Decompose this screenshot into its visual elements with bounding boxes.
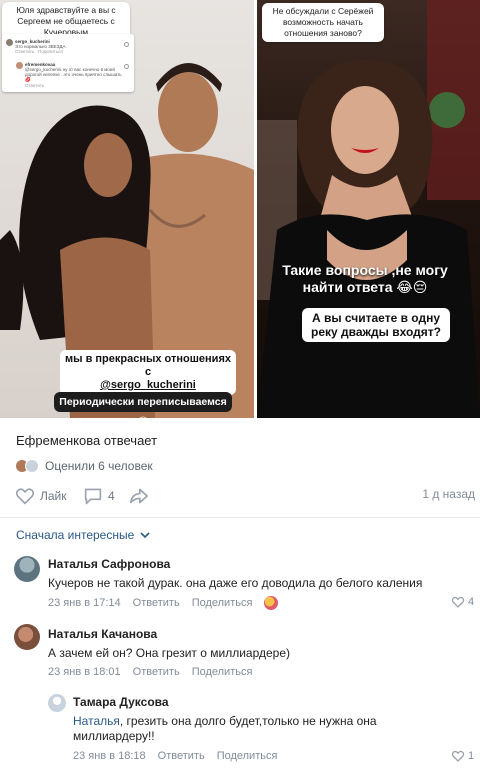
avatar (16, 62, 23, 69)
comment-author[interactable]: Наталья Сафронова (48, 557, 170, 571)
story-caption: мы в прекрасных отношениях с @sergo_kuch… (60, 350, 236, 395)
avatar[interactable] (14, 624, 40, 650)
heart-icon (124, 42, 129, 47)
story-image-left[interactable]: Юля здравствуйте а вы с Сергеем не общае… (0, 0, 254, 418)
comment-button[interactable]: 4 (83, 487, 115, 505)
reaction-icon[interactable] (264, 596, 279, 610)
avatar[interactable] (48, 694, 66, 712)
avatar (25, 459, 39, 473)
story-caption-box: А вы считаете в одну реку дважды входят? (302, 308, 450, 342)
post-author-line[interactable]: Ефременкова отвечает (16, 433, 157, 448)
avatar[interactable] (14, 556, 40, 582)
comment-like-button[interactable]: 4 (451, 596, 474, 608)
comment-like-button[interactable]: 1 (451, 750, 474, 762)
heart-icon (451, 750, 465, 762)
reply-mention[interactable]: Наталья (73, 714, 120, 728)
post-timestamp[interactable]: 1 д назад (422, 487, 475, 501)
comment-item: Наталья Сафронова Кучеров не такой дурак… (0, 552, 480, 616)
comments-count: 4 (108, 489, 115, 503)
share-link[interactable]: Поделиться (192, 597, 253, 609)
comment-text: Кучеров не такой дурак. она даже его дов… (48, 576, 423, 590)
story-question: Не обсуждали с Серёжей возможность начат… (262, 3, 384, 42)
post-actions: Лайк 4 1 д назад (15, 487, 475, 505)
reply-button[interactable]: Ответить (158, 750, 205, 762)
comment-date[interactable]: 23 янв в 18:18 (73, 750, 146, 762)
comment-like-count: 1 (468, 750, 475, 762)
share-link[interactable]: Поделиться (192, 666, 253, 678)
story-image-right[interactable]: Не обсуждали с Серёжей возможность начат… (257, 0, 480, 418)
comments-screenshot: sergo_kucherini Это нормально 3ВЕЗДА Отв… (2, 34, 134, 92)
rated-summary[interactable]: Оценили 6 человек (15, 459, 153, 473)
caption-handle[interactable]: @sergo_kucherini (64, 379, 232, 392)
mini-share: Поделиться (38, 49, 63, 54)
reply-item: Тамара Дуксова Наталья, грезить она долг… (0, 690, 480, 768)
caption-text: мы в прекрасных отношениях с (65, 353, 231, 378)
comment-item: Наталья Качанова А зачем ей он? Она грез… (0, 622, 480, 682)
mini-comment-text: @sergo_kucherini ну от вас конечно в мое… (25, 67, 122, 82)
reply-button[interactable]: Ответить (133, 597, 180, 609)
heart-icon (124, 64, 129, 69)
comment-date[interactable]: 23 янв в 17:14 (48, 597, 121, 609)
reply-button[interactable]: Ответить (133, 666, 180, 678)
heart-icon (451, 596, 465, 608)
heart-icon (15, 488, 35, 505)
story-caption-dark: Периодически переписываемся 😔 (54, 392, 232, 418)
comment-author[interactable]: Тамара Дуксова (73, 695, 169, 709)
woman-photo-illustration (257, 0, 480, 418)
comment-text: А зачем ей он? Она грезит о миллиардере) (48, 646, 291, 660)
chevron-down-icon (140, 532, 150, 538)
comment-date[interactable]: 23 янв в 18:01 (48, 666, 121, 678)
story-collage[interactable]: Юля здравствуйте а вы с Сергеем не общае… (0, 0, 480, 418)
comment-meta: 23 янв в 18:18 Ответить Поделиться (73, 750, 277, 762)
mini-reply: Ответить (15, 49, 35, 54)
comment-meta: 23 янв в 18:01 Ответить Поделиться (48, 666, 252, 678)
sort-label: Сначала интересные (16, 528, 135, 542)
comment-like-count: 4 (468, 596, 475, 608)
comment-author[interactable]: Наталья Качанова (48, 627, 157, 641)
like-button[interactable]: Лайк (15, 487, 67, 505)
divider (0, 517, 480, 518)
sort-dropdown[interactable]: Сначала интересные (16, 528, 150, 542)
comment-text: Наталья, грезить она долго будет,только … (73, 714, 433, 744)
like-label: Лайк (40, 489, 67, 503)
comment-meta: 23 янв в 17:14 Ответить Поделиться (48, 596, 279, 610)
share-icon (130, 488, 148, 504)
rated-count: Оценили 6 человек (45, 459, 153, 473)
story-caption: Такие вопросы ,не могу найти ответа 😂😔 (282, 262, 448, 295)
rated-avatars (15, 459, 39, 473)
avatar (6, 39, 13, 46)
share-link[interactable]: Поделиться (217, 750, 278, 762)
mini-reply: Ответить (25, 83, 45, 88)
share-button[interactable] (129, 487, 149, 505)
comment-icon (84, 488, 102, 505)
